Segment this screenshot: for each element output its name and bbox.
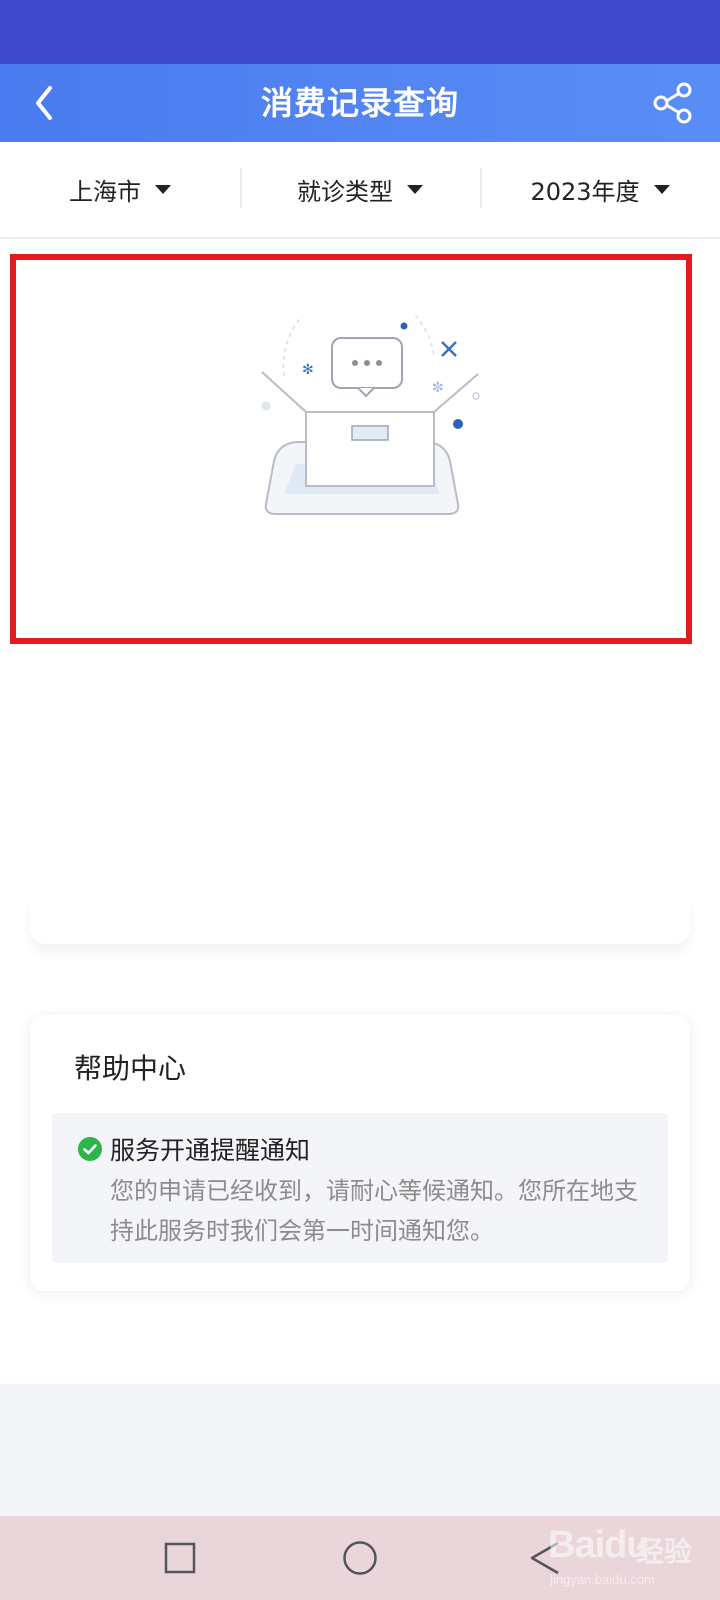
year-filter-label: 2023年度 [530, 178, 640, 206]
help-center-title: 帮助中心 [74, 1052, 187, 1085]
share-icon [653, 82, 692, 124]
svg-text:✼: ✼ [432, 380, 444, 396]
empty-state-highlight: ✻ ✼ [10, 254, 692, 644]
watermark-brand: Baidu [548, 1524, 650, 1566]
service-notice: 服务开通提醒通知 您的申请已经收到，请耐心等候通知。您所在地支持此服务时我们会第… [52, 1113, 668, 1263]
recent-apps-icon [164, 1542, 196, 1574]
watermark-url: jingyan.baidu.com [550, 1572, 655, 1587]
svg-text:✻: ✻ [302, 362, 314, 378]
record-list-card-edge [30, 900, 690, 944]
caret-down-icon [407, 185, 423, 194]
caret-down-icon [653, 185, 670, 194]
watermark-brand-cn: 经验 [636, 1536, 693, 1567]
share-button[interactable] [650, 80, 696, 126]
filter-bar: 上海市 就诊类型 2023年度 [0, 142, 720, 239]
check-circle-icon [78, 1137, 102, 1161]
notice-title: 服务开通提醒通知 [110, 1136, 311, 1165]
status-bar [0, 0, 720, 64]
baidu-jingyan-watermark: Baidu 经验 jingyan.baidu.com [540, 1522, 710, 1592]
notice-body: 您的申请已经收到，请耐心等候通知。您所在地支持此服务时我们会第一时间通知您。 [110, 1177, 638, 1245]
page-bottom-area [0, 1384, 720, 1516]
help-center-card: 帮助中心 服务开通提醒通知 您的申请已经收到，请耐心等候通知。您所在地支持此服务… [30, 1015, 690, 1291]
city-filter[interactable]: 上海市 [0, 142, 240, 237]
caret-down-icon [155, 185, 171, 194]
visit-type-filter[interactable]: 就诊类型 [240, 142, 480, 237]
visit-type-filter-label: 就诊类型 [297, 178, 393, 206]
home-button[interactable] [320, 1516, 400, 1600]
empty-box-illustration: ✻ ✼ [261, 316, 480, 515]
recent-apps-button[interactable] [140, 1516, 220, 1600]
page-title: 消费记录查询 [260, 84, 459, 122]
app-header: 消费记录查询 [0, 64, 720, 142]
home-icon [343, 1541, 377, 1575]
year-filter[interactable]: 2023年度 [480, 142, 720, 237]
city-filter-label: 上海市 [69, 178, 141, 206]
